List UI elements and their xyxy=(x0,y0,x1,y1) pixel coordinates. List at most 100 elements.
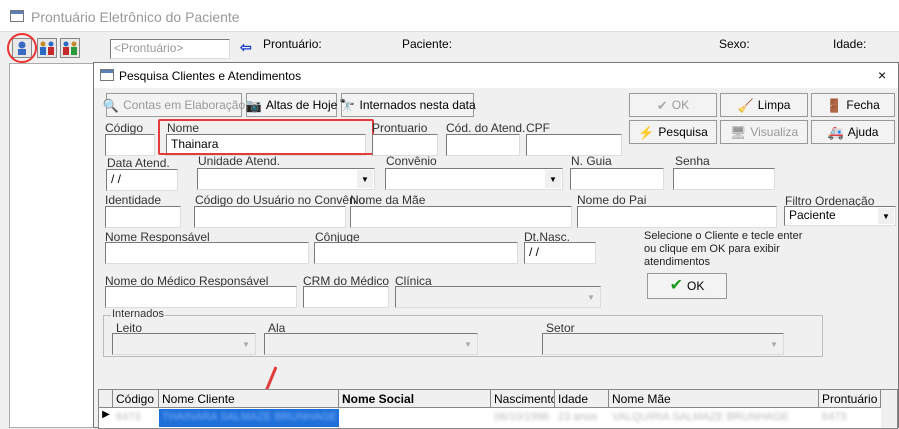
nome-responsavel-input[interactable] xyxy=(105,242,309,264)
column-header-codigo[interactable]: Código xyxy=(113,390,159,408)
group-icon xyxy=(63,41,77,55)
prontuario-field-input[interactable] xyxy=(372,134,438,156)
cpf-label: CPF xyxy=(526,121,550,135)
ajuda-button[interactable]: 🚑 Ajuda xyxy=(811,120,895,144)
results-grid: Código Nome Cliente Nome Social Nascimen… xyxy=(98,389,898,429)
cpf-input[interactable] xyxy=(526,134,622,156)
chevron-down-icon: ▼ xyxy=(460,335,476,353)
conjuge-input[interactable] xyxy=(314,242,518,264)
altas-button[interactable]: 📷 Altas de Hoje xyxy=(246,93,337,117)
ok-label: OK xyxy=(671,98,690,112)
cod-atend-input[interactable] xyxy=(446,134,520,156)
ok-select-button[interactable]: ✔ OK xyxy=(647,273,727,299)
paciente-label: Paciente: xyxy=(402,37,453,51)
visualiza-label: Visualiza xyxy=(750,125,799,139)
limpa-button[interactable]: 🧹 Limpa xyxy=(720,93,808,117)
pesquisa-label: Pesquisa xyxy=(658,125,708,139)
senha-label: Senha xyxy=(675,154,710,168)
nome-pai-input[interactable] xyxy=(577,206,777,228)
codigo-input[interactable] xyxy=(105,134,155,156)
grid-scrollbar[interactable] xyxy=(881,390,897,428)
group-button[interactable] xyxy=(60,38,80,58)
annotation-circle xyxy=(7,33,37,63)
identidade-input[interactable] xyxy=(105,206,181,228)
pesquisa-button[interactable]: ⚡ Pesquisa xyxy=(629,120,717,144)
dialog-icon xyxy=(100,69,114,81)
ambulance-icon: 🚑 xyxy=(827,124,844,140)
close-icon[interactable]: × xyxy=(878,67,886,83)
unidade-atend-label: Unidade Atend. xyxy=(198,154,281,168)
column-header-prontuario[interactable]: Prontuário xyxy=(819,390,881,408)
senha-input[interactable] xyxy=(673,168,775,190)
main-toolbar: <Prontuário> ⇦ Prontuário: Paciente: Sex… xyxy=(0,32,899,62)
contas-button[interactable]: 🔍 Contas em Elaboração xyxy=(103,93,246,117)
left-panel xyxy=(9,63,96,428)
binoculars-icon: 🔭 xyxy=(339,97,356,113)
nome-pai-label: Nome do Pai xyxy=(577,193,647,207)
column-header-nome-social[interactable]: Nome Social xyxy=(339,390,491,408)
family-button[interactable] xyxy=(37,38,57,58)
idade-label: Idade: xyxy=(833,37,867,51)
cod-usuario-input[interactable] xyxy=(194,206,346,228)
cod-atend-label: Cód. do Atend. xyxy=(446,121,526,135)
convenio-label: Convênio xyxy=(386,154,437,168)
ok-select-label: OK xyxy=(687,279,705,293)
cell-nome-social[interactable] xyxy=(339,409,491,427)
data-atend-input[interactable]: / / xyxy=(106,169,178,191)
leito-select[interactable]: ▼ xyxy=(112,333,256,355)
visualiza-button[interactable]: 🖥 Visualiza xyxy=(720,120,808,144)
n-guia-input[interactable] xyxy=(570,168,664,190)
dt-nasc-input[interactable]: / / xyxy=(524,242,596,264)
filtro-ordenacao-select[interactable]: Paciente ▼ xyxy=(784,206,896,226)
chevron-down-icon: ▼ xyxy=(357,170,373,188)
row-pointer-icon: ▶ xyxy=(102,409,110,420)
dialog-titlebar: Pesquisa Clientes e Atendimentos × xyxy=(94,63,898,88)
search-dialog: Pesquisa Clientes e Atendimentos × 🔍 Cont… xyxy=(93,62,899,429)
chevron-down-icon: ▼ xyxy=(545,170,561,188)
internados-group-label: Internados xyxy=(111,308,165,320)
identidade-label: Identidade xyxy=(105,193,162,207)
internados-button[interactable]: 🔭 Internados nesta data xyxy=(339,93,476,117)
chevron-down-icon: ▼ xyxy=(238,335,254,353)
broom-icon: 🧹 xyxy=(737,97,754,113)
setor-select[interactable]: ▼ xyxy=(542,333,784,355)
altas-label: Altas de Hoje xyxy=(265,98,338,112)
column-header-nome-cliente[interactable]: Nome Cliente xyxy=(159,390,339,408)
nome-mae-label: Nome da Mãe xyxy=(350,193,426,207)
arrow-left-icon: ⇦ xyxy=(240,39,252,55)
cell-codigo[interactable]: 6473 xyxy=(113,409,159,427)
column-header-nome-mae[interactable]: Nome Mãe xyxy=(609,390,819,408)
convenio-select[interactable]: ▼ xyxy=(385,168,563,190)
fecha-label: Fecha xyxy=(846,98,880,112)
ok-button[interactable]: ✔ OK xyxy=(629,93,717,117)
cell-idade[interactable]: 23 anos xyxy=(555,409,609,427)
unidade-atend-select[interactable]: ▼ xyxy=(197,168,375,190)
cell-prontuario[interactable]: 6473 xyxy=(819,409,881,427)
door-icon: 🚪 xyxy=(826,97,843,113)
filtro-ordenacao-value: Paciente xyxy=(789,208,836,222)
family-icon xyxy=(40,41,54,55)
limpa-label: Limpa xyxy=(757,98,791,112)
clinica-select[interactable]: ▼ xyxy=(395,286,601,308)
contas-label: Contas em Elaboração xyxy=(123,98,246,112)
prontuario-input[interactable]: <Prontuário> xyxy=(110,39,230,59)
nome-highlight xyxy=(158,119,374,155)
chevron-down-icon: ▼ xyxy=(878,208,894,224)
cell-nascimento[interactable]: 06/10/1996 xyxy=(491,409,555,427)
cell-nome-mae[interactable]: VALQUIRIA SALMAZE BRUNHAGE xyxy=(609,409,819,427)
lightning-icon: ⚡ xyxy=(638,124,655,140)
chevron-down-icon: ▼ xyxy=(766,335,782,353)
app-titlebar: Prontuário Eletrônico do Paciente xyxy=(0,0,899,32)
sexo-label: Sexo: xyxy=(719,37,750,51)
nome-mae-input[interactable] xyxy=(350,206,572,228)
column-header-nascimento[interactable]: Nascimento xyxy=(491,390,555,408)
column-header-idade[interactable]: Idade xyxy=(555,390,609,408)
data-atend-label: Data Atend. xyxy=(107,156,170,170)
crm-input[interactable] xyxy=(303,286,389,308)
camera-icon: 📷 xyxy=(245,97,262,113)
fecha-button[interactable]: 🚪 Fecha xyxy=(811,93,895,117)
n-guia-label: N. Guia xyxy=(571,154,612,168)
cell-nome-cliente[interactable]: THAINARA SALMAZE BRUNHAGE xyxy=(159,409,339,427)
ala-select[interactable]: ▼ xyxy=(264,333,478,355)
nome-medico-input[interactable] xyxy=(105,286,297,308)
